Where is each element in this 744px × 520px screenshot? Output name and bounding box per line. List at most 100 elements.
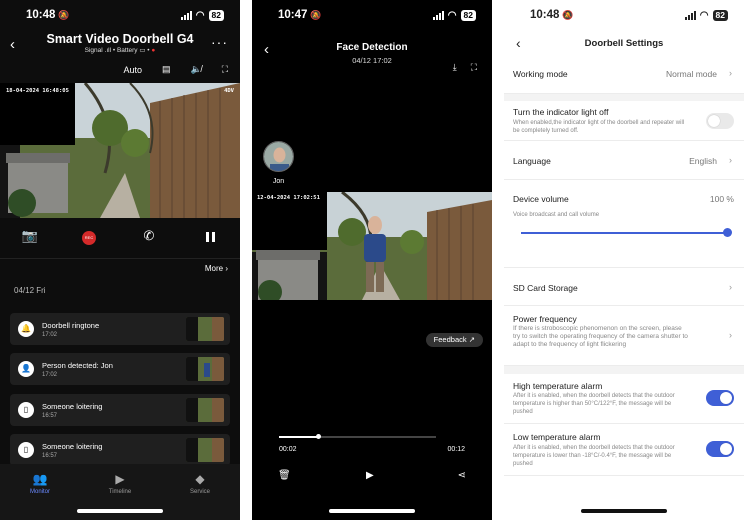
doorbell-settings-screen: 10:48 🔕 ◠ 82 ‹ Doorbell Settings Working … bbox=[504, 0, 744, 520]
phone-icon: ▯ bbox=[18, 442, 34, 458]
event-item-1[interactable]: 👤 Person detected: Jon 17:02 bbox=[10, 353, 230, 385]
cellular-signal-icon bbox=[180, 11, 192, 20]
event-time: 17:02 bbox=[42, 372, 58, 378]
language-row[interactable]: Language English › bbox=[504, 141, 744, 180]
power-frequency-row[interactable]: Power frequency If there is stroboscopic… bbox=[504, 306, 744, 366]
event-title: Person detected: Jon bbox=[42, 361, 113, 370]
high-temp-toggle[interactable] bbox=[706, 390, 734, 406]
volume-value: 100 % bbox=[709, 194, 734, 204]
recorded-video[interactable]: 12-04-2024 17:02:51 bbox=[252, 192, 492, 300]
progress-handle[interactable] bbox=[316, 434, 322, 439]
record-button[interactable]: REC bbox=[82, 231, 96, 245]
feedback-button[interactable]: Feedback ↗ bbox=[425, 333, 483, 347]
fullscreen-icon[interactable]: ⛶ bbox=[222, 64, 228, 75]
tab-monitor[interactable]: 👥 Monitor bbox=[10, 472, 70, 495]
face-image bbox=[264, 142, 293, 171]
event-thumbnail[interactable] bbox=[186, 438, 224, 462]
indicator-light-toggle[interactable] bbox=[706, 113, 734, 129]
section-gap bbox=[504, 366, 744, 374]
event-time: 17:02 bbox=[42, 332, 58, 338]
cellular-signal-icon bbox=[432, 11, 444, 20]
trash-icon[interactable]: 🗑 bbox=[278, 470, 291, 481]
section-divider bbox=[0, 258, 240, 259]
high-temp-row: High temperature alarm After it is enabl… bbox=[504, 374, 744, 424]
event-time: 16:57 bbox=[42, 413, 58, 419]
device-volume-row: Device volume 100 % Voice broadcast and … bbox=[504, 180, 744, 268]
fullscreen-icon[interactable]: ⛶ bbox=[471, 62, 477, 73]
section-gap bbox=[504, 94, 744, 101]
recording-dot-icon: ● bbox=[151, 47, 156, 54]
events-date: 04/12 Fri bbox=[14, 286, 46, 295]
high-temp-label: High temperature alarm bbox=[513, 381, 603, 391]
total-time: 00:12 bbox=[447, 446, 465, 453]
pause-button[interactable] bbox=[199, 228, 221, 248]
page-title: Doorbell Settings bbox=[584, 38, 664, 49]
working-mode-value: Normal mode bbox=[665, 69, 717, 79]
live-controls: 📷 REC ✆ bbox=[0, 228, 240, 250]
home-indicator[interactable] bbox=[581, 509, 667, 513]
speaker-mute-icon[interactable]: 🔈̸ bbox=[190, 64, 201, 75]
indicator-light-desc: When enabled,the indicator light of the … bbox=[513, 120, 685, 134]
event-title: Someone loitering bbox=[42, 442, 103, 451]
tab-service[interactable]: ◆ Service bbox=[170, 472, 230, 495]
bottom-tab-bar: 👥 Monitor ▶ Timeline ◆ Service bbox=[0, 464, 240, 520]
video-quality-tag: 4DV bbox=[224, 88, 234, 94]
wifi-icon: ◠ bbox=[699, 10, 709, 21]
home-indicator[interactable] bbox=[329, 509, 415, 513]
volume-desc: Voice broadcast and call volume bbox=[513, 212, 600, 218]
volume-slider-handle[interactable] bbox=[723, 228, 732, 237]
volume-label: Device volume bbox=[513, 194, 569, 204]
download-icon[interactable]: ⤓ bbox=[453, 62, 457, 73]
volume-slider[interactable] bbox=[521, 228, 732, 237]
sd-card-row[interactable]: SD Card Storage › bbox=[504, 268, 744, 306]
status-bar: 10:48 🔕 ◠ 82 bbox=[0, 9, 240, 23]
bell-icon: 🔔 bbox=[18, 321, 34, 337]
screen-layout-icon[interactable]: ▤ bbox=[162, 64, 171, 75]
battery-level: 82 bbox=[712, 10, 728, 21]
event-item-3[interactable]: ▯ Someone loitering 16:57 bbox=[10, 434, 230, 466]
quality-button[interactable]: Auto bbox=[123, 65, 142, 75]
mute-bell-icon: 🔕 bbox=[562, 10, 574, 20]
share-icon[interactable]: ⋖ bbox=[458, 470, 466, 481]
phone-icon: ▯ bbox=[18, 402, 34, 418]
face-name: Jon bbox=[272, 178, 285, 185]
wifi-icon: ◠ bbox=[195, 10, 205, 21]
home-indicator[interactable] bbox=[77, 509, 163, 513]
chevron-right-icon: › bbox=[729, 330, 732, 340]
video-timestamp: 12-04-2024 17:02:51 bbox=[257, 195, 320, 201]
snapshot-camera-icon[interactable]: 📷 bbox=[19, 228, 41, 248]
event-thumbnail[interactable] bbox=[186, 317, 224, 341]
playback-progress-bar[interactable] bbox=[279, 434, 436, 439]
indicator-light-label: Turn the indicator light off bbox=[513, 107, 609, 117]
live-video-feed[interactable]: 18-04-2024 16:48:05 4DV bbox=[0, 83, 240, 218]
event-item-0[interactable]: 🔔 Doorbell ringtone 17:02 bbox=[10, 313, 230, 345]
page-title: Face Detection bbox=[336, 42, 408, 53]
event-thumbnail[interactable] bbox=[186, 357, 224, 381]
timeline-play-icon: ▶ bbox=[115, 472, 125, 486]
chevron-right-icon: › bbox=[729, 68, 732, 78]
working-mode-row[interactable]: Working mode Normal mode › bbox=[504, 58, 744, 94]
monitor-people-icon: 👥 bbox=[32, 472, 48, 486]
event-thumbnail[interactable] bbox=[186, 398, 224, 422]
face-avatar[interactable] bbox=[263, 141, 294, 172]
event-item-2[interactable]: ▯ Someone loitering 16:57 bbox=[10, 394, 230, 426]
status-bar: 10:48 🔕 ◠ 82 bbox=[504, 9, 744, 23]
power-frequency-label: Power frequency bbox=[513, 314, 577, 324]
play-icon[interactable]: ▶ bbox=[366, 470, 374, 481]
event-time: 16:57 bbox=[42, 453, 58, 459]
person-icon: 👤 bbox=[18, 361, 34, 377]
mute-bell-icon: 🔕 bbox=[310, 10, 322, 20]
more-options-icon[interactable]: ··· bbox=[211, 34, 228, 50]
live-view-screen: 10:48 🔕 ◠ 82 ‹ Smart Video Doorbell G4 Si… bbox=[0, 0, 240, 520]
status-time: 10:47 🔕 bbox=[278, 9, 322, 21]
garden-scene-person bbox=[252, 192, 492, 300]
event-title: Someone loitering bbox=[42, 402, 103, 411]
battery-label: Battery bbox=[116, 47, 138, 54]
progress-fill bbox=[279, 436, 319, 438]
call-phone-icon[interactable]: ✆ bbox=[138, 228, 160, 248]
mute-bell-icon: 🔕 bbox=[58, 10, 70, 20]
low-temp-toggle[interactable] bbox=[706, 441, 734, 457]
language-value: English bbox=[689, 156, 717, 166]
tab-timeline[interactable]: ▶ Timeline bbox=[90, 472, 150, 495]
more-link[interactable]: More › bbox=[205, 264, 228, 273]
